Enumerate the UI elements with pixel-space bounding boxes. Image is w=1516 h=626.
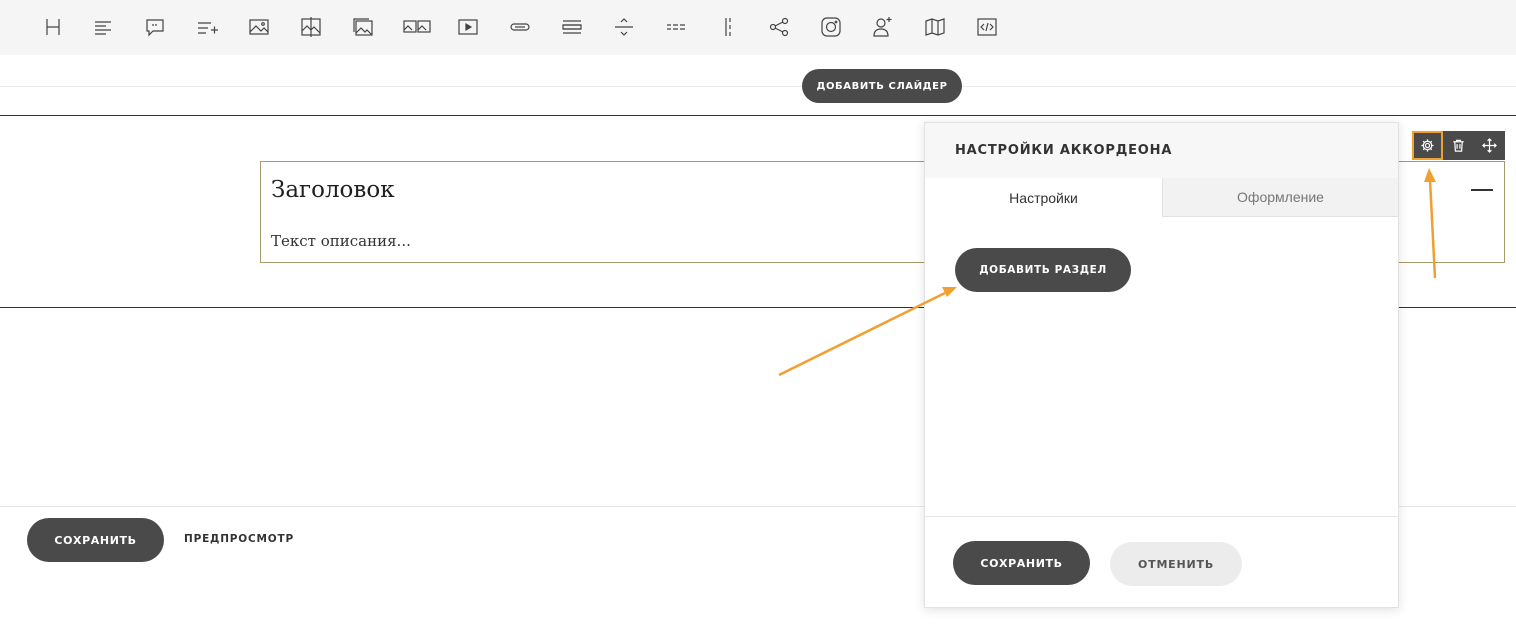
collapse-icon[interactable] (1471, 189, 1493, 191)
panel-footer-divider (925, 516, 1398, 517)
instagram-icon[interactable] (818, 14, 844, 40)
accordion-title[interactable]: Заголовок (271, 177, 395, 203)
video-icon[interactable] (455, 14, 481, 40)
add-slider-button[interactable]: ДОБАВИТЬ СЛАЙДЕР (802, 69, 962, 103)
image-compare-icon[interactable] (298, 14, 324, 40)
preview-link[interactable]: ПРЕДПРОСМОТР (184, 533, 294, 545)
map-icon[interactable] (922, 14, 948, 40)
slider-icon[interactable] (402, 14, 432, 40)
gallery-icon[interactable] (350, 14, 376, 40)
section-divider (0, 86, 1516, 87)
text-icon[interactable] (90, 14, 116, 40)
toolbar (0, 0, 1516, 55)
save-button[interactable]: СОХРАНИТЬ (27, 518, 164, 562)
panel-save-button[interactable]: СОХРАНИТЬ (953, 541, 1090, 585)
user-add-icon[interactable] (870, 14, 896, 40)
panel-header: НАСТРОЙКИ АККОРДЕОНА (925, 123, 1398, 178)
add-section-button[interactable]: ДОБАВИТЬ РАЗДЕЛ (955, 248, 1131, 292)
quote-icon[interactable] (142, 14, 168, 40)
move-icon[interactable] (1474, 131, 1505, 160)
button-icon[interactable] (507, 14, 533, 40)
panel-cancel-button[interactable]: ОТМЕНИТЬ (1110, 542, 1242, 586)
panel-title: НАСТРОЙКИ АККОРДЕОНА (955, 143, 1173, 158)
tab-settings[interactable]: Настройки (925, 178, 1162, 217)
annotation-arrow-add-section (778, 291, 946, 377)
trash-icon[interactable] (1443, 131, 1474, 160)
dashed-line-icon[interactable] (663, 14, 689, 40)
tab-design[interactable]: Оформление (1162, 178, 1398, 217)
vertical-line-icon[interactable] (715, 14, 741, 40)
code-icon[interactable] (974, 14, 1000, 40)
gear-icon[interactable] (1412, 131, 1443, 160)
section-border-top (0, 115, 1516, 116)
divider-icon[interactable] (611, 14, 637, 40)
list-add-icon[interactable] (194, 14, 220, 40)
accordion-description[interactable]: Текст описания... (271, 232, 411, 250)
share-icon[interactable] (766, 14, 792, 40)
accordion-icon[interactable] (559, 14, 585, 40)
block-toolbar (1412, 131, 1505, 160)
heading-icon[interactable] (40, 14, 66, 40)
accordion-settings-panel: НАСТРОЙКИ АККОРДЕОНА Настройки Оформлени… (924, 122, 1399, 608)
image-icon[interactable] (246, 14, 272, 40)
